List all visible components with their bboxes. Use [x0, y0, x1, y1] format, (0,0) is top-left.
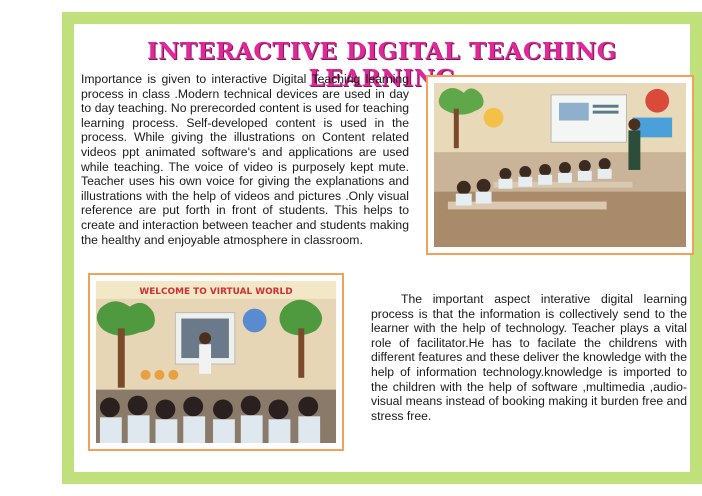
classroom-photo-1-image: [434, 83, 686, 247]
page-frame: INTERACTIVE DIGITAL TEACHING LEARNING Im…: [62, 12, 702, 484]
classroom-photo-1: [426, 75, 694, 255]
second-paragraph: The important aspect interative digital …: [371, 292, 687, 423]
classroom-photo-2: WELCOME TO VIRTUAL WORLD: [88, 273, 344, 451]
classroom-photo-2-image: WELCOME TO VIRTUAL WORLD: [96, 281, 336, 443]
photo2-banner-text: WELCOME TO VIRTUAL WORLD: [139, 287, 292, 297]
intro-paragraph: Importance is given to interactive Digit…: [81, 72, 409, 247]
content-panel: INTERACTIVE DIGITAL TEACHING LEARNING Im…: [74, 24, 694, 472]
